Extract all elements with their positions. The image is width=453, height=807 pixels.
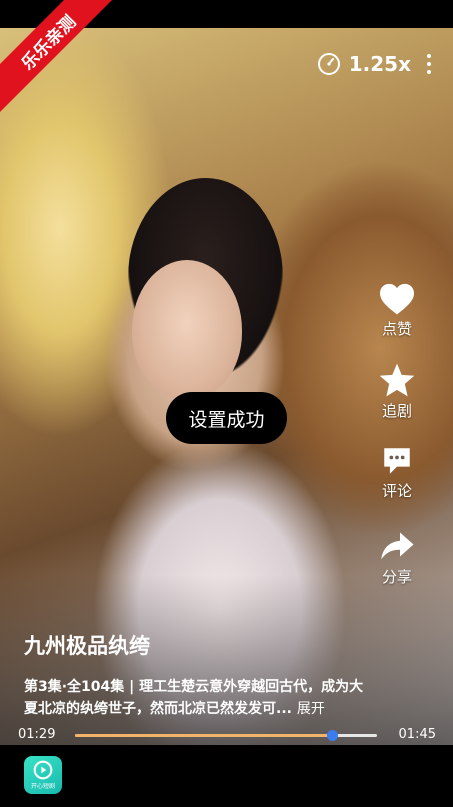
follow-label: 追剧 (381, 402, 412, 420)
share-button[interactable]: 分享 (372, 528, 422, 587)
more-options-icon[interactable] (423, 54, 435, 74)
speed-button[interactable]: 1.25x (317, 52, 411, 76)
follow-button[interactable]: 追剧 (372, 362, 422, 421)
app-icon-text: 开心短剧 (30, 783, 55, 790)
comment-icon (384, 448, 410, 474)
star-icon (379, 363, 415, 397)
speedometer-icon (317, 53, 340, 75)
comment-label: 评论 (381, 482, 412, 500)
comment-button[interactable]: 评论 (372, 444, 422, 501)
expand-link[interactable]: 展开 (297, 701, 325, 717)
progress-knob[interactable] (326, 730, 338, 741)
heart-icon (380, 283, 414, 315)
progress-fill (75, 734, 332, 737)
progress-bar[interactable]: 01:29 01:45 (18, 727, 438, 745)
current-time: 01:29 (18, 727, 56, 742)
top-controls: 1.25x (317, 52, 435, 76)
drama-description[interactable]: 第3集·全104集 | 理工生楚云意外穿越回古代，成为大夏北凉的纨绔世子，然而北… (24, 676, 369, 720)
progress-track[interactable] (75, 730, 377, 741)
drama-title[interactable]: 九州极品纨绔 (24, 630, 150, 660)
toast-message: 设置成功 (166, 392, 287, 444)
bottom-bar: 开心短剧 (0, 745, 453, 807)
like-label: 点赞 (381, 320, 412, 338)
video-frame-face (132, 260, 242, 400)
app-icon[interactable]: 开心短剧 (24, 756, 62, 794)
share-icon (381, 532, 414, 560)
like-button[interactable]: 点赞 (372, 282, 422, 339)
play-circle-icon (33, 760, 53, 780)
total-time: 01:45 (398, 727, 436, 742)
share-label: 分享 (381, 568, 412, 586)
speed-label: 1.25x (348, 52, 411, 76)
